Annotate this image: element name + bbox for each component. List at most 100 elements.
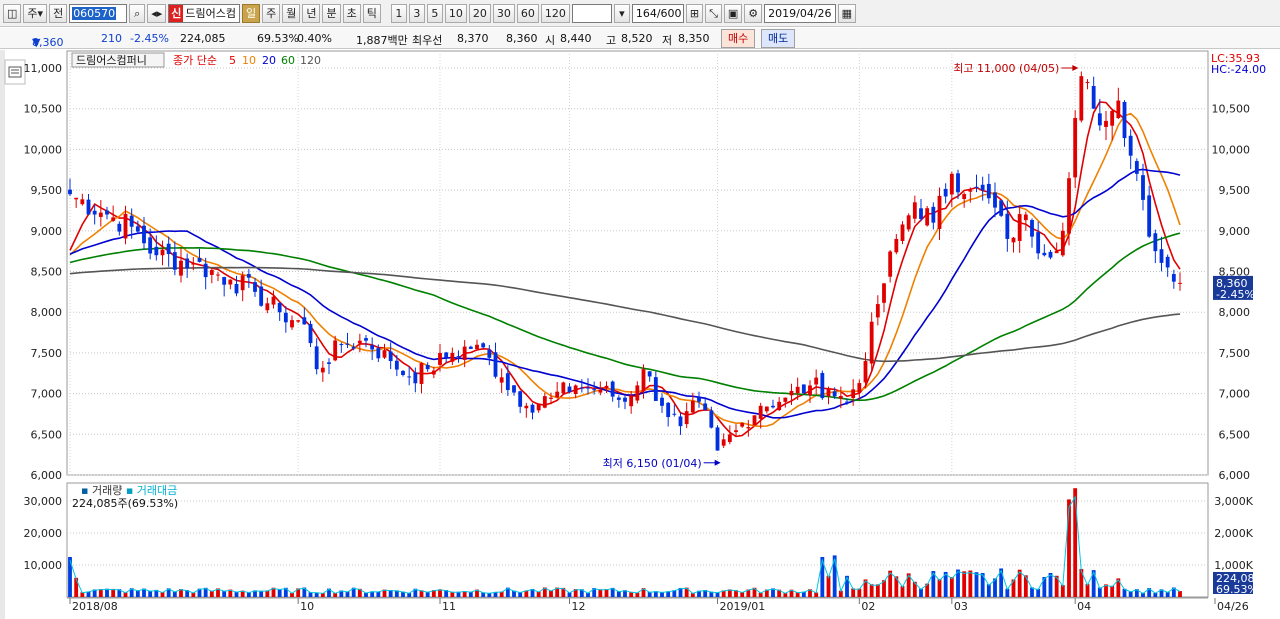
period-minute[interactable]: 분: [322, 3, 341, 23]
stock-name-field[interactable]: 신 드림어스컴: [168, 3, 240, 23]
candle-body: [740, 423, 745, 427]
window-icon[interactable]: ◫: [3, 3, 22, 23]
candle-body: [857, 383, 862, 393]
candle-body: [98, 212, 103, 217]
candle-body: [764, 406, 769, 412]
volume-bar: [937, 579, 942, 597]
ju-dropdown[interactable]: 주▾: [23, 3, 48, 23]
speaker-icon[interactable]: ◂▸: [147, 3, 167, 23]
candle-body: [962, 194, 967, 199]
chart-legend: 드림어스컴퍼니 종가 단순 5 10 20 60 120: [71, 52, 321, 68]
candle-body: [283, 312, 288, 323]
interval-10[interactable]: 10: [444, 3, 467, 23]
volume-bar: [974, 572, 979, 597]
stock-code-input[interactable]: 060570: [69, 3, 128, 23]
x-tick-label: 10: [300, 600, 314, 613]
price-tick-label-right: 7,000: [1219, 388, 1251, 401]
candle-body: [974, 186, 979, 188]
interval-5[interactable]: 5: [426, 3, 443, 23]
candle-body: [697, 397, 701, 402]
period-year[interactable]: 년: [302, 3, 321, 23]
volume-bar: [1178, 591, 1182, 597]
save-icon[interactable]: ▣: [723, 3, 743, 23]
jeon-button[interactable]: 전: [49, 3, 68, 23]
candle-body: [863, 361, 868, 383]
candle-body: [542, 396, 547, 408]
sell-button[interactable]: 매도: [761, 29, 796, 48]
period-day[interactable]: 일: [241, 3, 261, 23]
candle-body: [512, 385, 516, 393]
interval-20[interactable]: 20: [468, 3, 491, 23]
interval-30[interactable]: 30: [492, 3, 515, 23]
price-tick-label-right: 10,500: [1212, 103, 1251, 116]
candle-body: [1128, 135, 1133, 156]
candle-body: [771, 405, 775, 408]
price-tick-label-left: 7,000: [31, 388, 63, 401]
interval-3[interactable]: 3: [408, 3, 425, 23]
price-tick-label-left: 7,500: [31, 347, 63, 360]
candle-body: [579, 387, 584, 389]
volume-current: 224,085주(69.53%): [72, 497, 178, 510]
period-week[interactable]: 주: [262, 3, 281, 23]
chevron-down-icon[interactable]: ▾: [613, 3, 630, 23]
candle-body: [160, 249, 165, 256]
candle-body: [586, 387, 590, 389]
candle-body: [555, 391, 560, 398]
indicator-icon[interactable]: ⤡: [705, 3, 722, 23]
candle-body: [616, 397, 621, 400]
price-tick-label-right: 7,500: [1219, 347, 1251, 360]
quote-volume: 224,085: [180, 32, 226, 45]
candle-body: [259, 286, 264, 306]
calendar-icon[interactable]: ▦: [837, 3, 856, 23]
quote-ask: 8,370: [457, 32, 489, 45]
candle-body: [246, 273, 251, 278]
price-panel: [66, 50, 1209, 476]
shin-badge: 신: [169, 4, 184, 22]
gear-icon[interactable]: ⚙: [744, 3, 763, 23]
period-month[interactable]: 월: [282, 3, 301, 23]
period-second[interactable]: 초: [342, 3, 361, 23]
legend-ma-5: 5: [229, 54, 236, 67]
quote-high-label: 고: [606, 34, 617, 47]
candle-body: [1097, 113, 1102, 126]
candle-body: [413, 372, 418, 384]
stock-chart[interactable]: 6,000 6,500 7,000 7,500 8,000 8,500 9,000 9,500…: [0, 50, 1280, 619]
buy-button[interactable]: 매수: [721, 29, 756, 48]
bar-count-field[interactable]: 164/600: [631, 3, 684, 23]
volume-bar: [875, 584, 880, 597]
candle-body: [234, 283, 239, 294]
candle-body: [394, 360, 399, 370]
price-tick-label-left: 9,500: [31, 184, 63, 197]
amount-tick-label: 2,000K: [1214, 527, 1253, 540]
x-tick-label: 04: [1077, 600, 1091, 613]
candle-body: [148, 237, 153, 254]
candle-body: [789, 390, 794, 396]
volume-tick-label: 30,000: [24, 495, 63, 508]
chart-type-icon[interactable]: ⊞: [685, 3, 704, 23]
search-icon[interactable]: ⌕: [129, 3, 146, 23]
custom-interval-input[interactable]: [571, 3, 612, 23]
candle-body: [1067, 178, 1071, 234]
x-tick-label: 04/26: [1217, 600, 1249, 613]
volume-bar: [1073, 488, 1078, 597]
period-tick[interactable]: 틱: [362, 3, 381, 23]
interval-120[interactable]: 120: [540, 3, 570, 23]
candle-body: [1116, 100, 1121, 119]
candle-body: [931, 206, 936, 223]
quote-turnover: 0.40%: [297, 32, 332, 45]
candle-body: [672, 413, 677, 415]
date-field[interactable]: 2019/04/26: [764, 3, 836, 23]
price-tick-label-left: 11,000: [24, 62, 63, 75]
candle-body: [1005, 213, 1010, 239]
legend-ma-label: 종가 단순: [173, 54, 217, 67]
interval-1[interactable]: 1: [390, 3, 407, 23]
interval-60[interactable]: 60: [516, 3, 539, 23]
price-tick-label-right: 8,000: [1219, 306, 1251, 319]
candle-body: [370, 345, 375, 350]
volume-bar: [962, 571, 967, 597]
candle-body: [419, 363, 424, 384]
candle-body: [308, 323, 313, 344]
candle-body: [209, 270, 214, 275]
candle-body: [536, 403, 541, 411]
candle-body: [1147, 195, 1152, 237]
